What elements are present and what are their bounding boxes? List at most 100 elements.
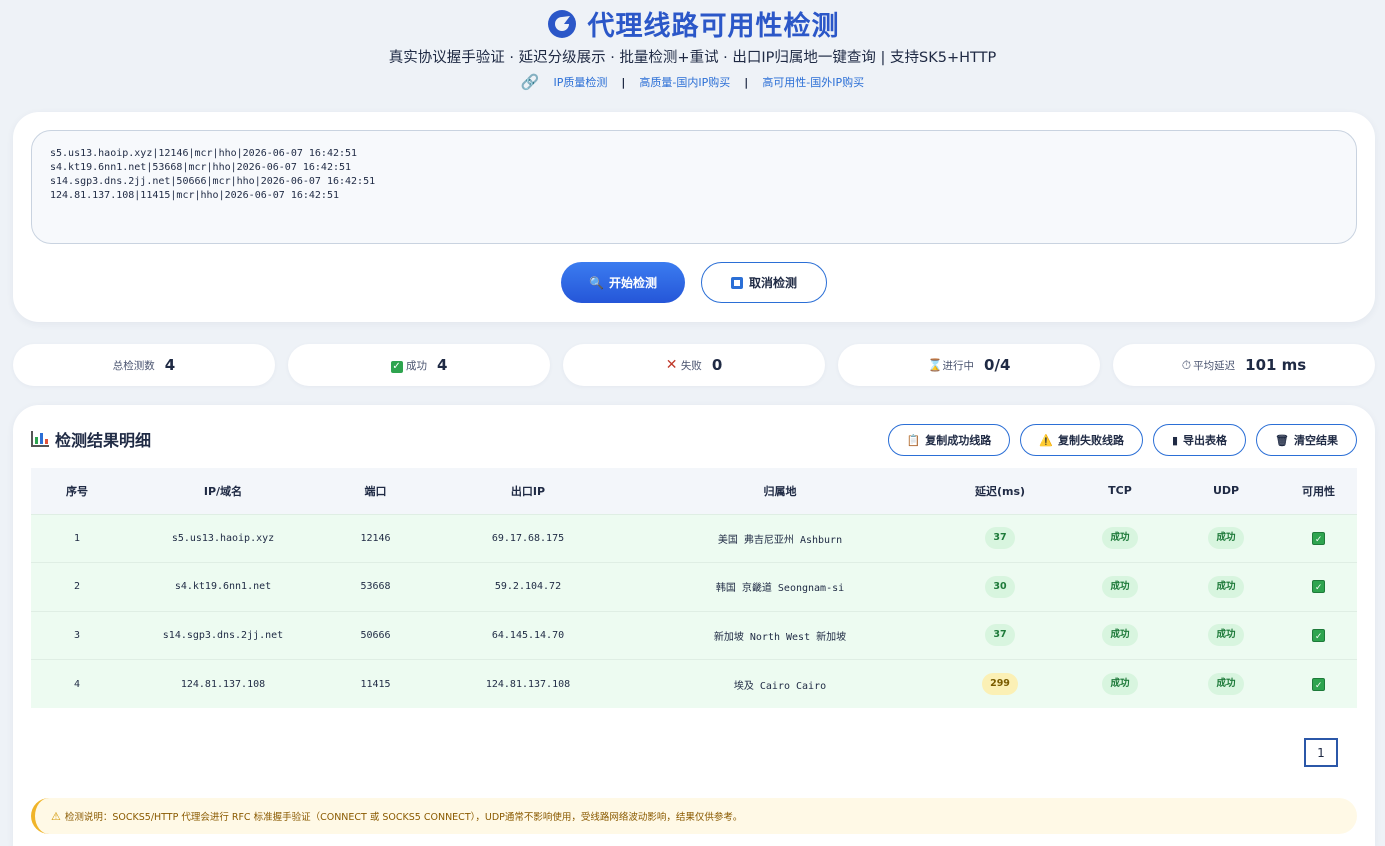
- cell-host: s5.us13.haoip.xyz: [171, 532, 275, 544]
- col-available: 可用性: [1302, 484, 1335, 498]
- col-tcp: TCP: [1108, 484, 1132, 498]
- proxy-list-input[interactable]: s5.us13.haoip.xyz|12146|mcr|hho|2026-06-…: [31, 130, 1357, 244]
- col-index: 序号: [66, 484, 88, 498]
- available-check-icon: ✓: [1312, 677, 1325, 691]
- cell-exit-ip: 124.81.137.108: [485, 678, 571, 690]
- udp-status-badge: 成功: [1208, 624, 1244, 647]
- warning-icon: ⚠️: [1039, 433, 1053, 447]
- col-exit-ip: 出口IP: [510, 484, 546, 498]
- start-check-label: 开始检测: [608, 276, 657, 290]
- available-check-icon: ✓: [1312, 628, 1325, 642]
- copy-fail-button[interactable]: ⚠️ 复制失败线路: [1020, 424, 1143, 456]
- notice-banner: ⚠ 检测说明：SOCKS5/HTTP 代理会进行 RFC 标准握手验证（CONN…: [31, 798, 1357, 834]
- clipboard-icon: 📋: [906, 433, 921, 447]
- stat-progress: ⌛进行中 0/4: [838, 344, 1100, 386]
- export-table-button[interactable]: ▮ 导出表格: [1152, 424, 1247, 456]
- cell-host: s14.sgp3.dns.2jj.net: [162, 629, 284, 641]
- cell-index: 1: [73, 532, 81, 544]
- header-links: 🔗 IP质量检测 | 高质量-国内IP购买 | 高可用性-国外IP购买: [0, 73, 1385, 91]
- cell-host: s4.kt19.6nn1.net: [174, 581, 272, 593]
- usb-drive-icon: ▮: [1171, 433, 1179, 447]
- search-icon: 🔍: [589, 275, 604, 290]
- col-port: 端口: [364, 484, 387, 498]
- cancel-check-label: 取消检测: [748, 276, 797, 290]
- cancel-check-button[interactable]: 取消检测: [701, 262, 827, 303]
- latency-badge: 37: [985, 527, 1015, 550]
- foreign-ip-link[interactable]: 高可用性-国外IP购买: [762, 74, 864, 90]
- stat-success-label: 成功: [405, 359, 427, 372]
- cell-location: 新加坡 North West 新加坡: [713, 631, 847, 643]
- domestic-ip-link[interactable]: 高质量-国内IP购买: [639, 74, 730, 90]
- pagination-page-button[interactable]: 1: [1304, 738, 1338, 767]
- tcp-status-badge: 成功: [1102, 673, 1138, 695]
- cell-location: 韩国 京畿道 Seongnam-si: [715, 583, 845, 595]
- warning-icon: ⚠: [51, 809, 61, 823]
- stat-progress-value: 0/4: [984, 356, 1011, 374]
- title-row: 代理线路可用性检测: [0, 4, 1385, 42]
- stat-latency-value: 101 ms: [1245, 356, 1307, 374]
- table-row: 1 s5.us13.haoip.xyz 12146 69.17.68.175 美…: [31, 514, 1357, 563]
- stat-total: 总检测数 4: [13, 344, 275, 386]
- cell-index: 3: [73, 629, 81, 641]
- results-actions: 📋 复制成功线路 ⚠️ 复制失败线路 ▮ 导出表格 🗑 清空结果: [887, 424, 1357, 456]
- cell-port: 12146: [360, 532, 391, 544]
- cell-exit-ip: 69.17.68.175: [491, 532, 565, 544]
- latency-badge: 30: [985, 575, 1015, 598]
- stat-latency: ⏱ 平均延迟 101 ms: [1113, 344, 1375, 386]
- cell-port: 11415: [360, 678, 391, 690]
- table-row: 4 124.81.137.108 11415 124.81.137.108 埃及…: [31, 659, 1357, 708]
- tcp-status-badge: 成功: [1102, 575, 1138, 598]
- stat-total-value: 4: [164, 356, 176, 374]
- col-location: 归属地: [763, 484, 797, 498]
- stat-fail-label: 失败: [680, 360, 702, 372]
- page-subtitle: 真实协议握手验证 · 延迟分级展示 · 批量检测+重试 · 出口IP归属地一键查…: [388, 50, 997, 66]
- page-title: 代理线路可用性检测: [587, 10, 840, 42]
- table-row: 3 s14.sgp3.dns.2jj.net 50666 64.145.14.7…: [31, 611, 1357, 660]
- cell-index: 2: [73, 581, 81, 593]
- notice-text: 检测说明：SOCKS5/HTTP 代理会进行 RFC 标准握手验证（CONNEC…: [64, 812, 743, 823]
- results-card: 检测结果明细 📋 复制成功线路 ⚠️ 复制失败线路 ▮ 导出表格 🗑 清空结果 …: [13, 405, 1375, 846]
- stat-fail: ✕ 失败 0: [563, 344, 825, 386]
- hourglass-icon: ⌛: [927, 357, 943, 372]
- stat-latency-label: 平均延迟: [1193, 359, 1236, 372]
- action-buttons: 🔍 开始检测 取消检测: [13, 262, 1375, 303]
- col-latency: 延迟(ms): [974, 484, 1026, 498]
- table-row: 2 s4.kt19.6nn1.net 53668 59.2.104.72 韩国 …: [31, 562, 1357, 611]
- cell-exit-ip: 59.2.104.72: [494, 581, 562, 593]
- clear-results-button[interactable]: 🗑 清空结果: [1256, 424, 1357, 456]
- cell-location: 美国 弗吉尼亚州 Ashburn: [717, 534, 843, 546]
- cell-port: 53668: [360, 581, 391, 593]
- cell-location: 埃及 Cairo Cairo: [733, 680, 827, 692]
- tcp-status-badge: 成功: [1102, 624, 1138, 647]
- stat-success: ✓ 成功 4: [288, 344, 550, 386]
- cell-port: 50666: [360, 629, 391, 641]
- table-header-row: 序号 IP/域名 端口 出口IP 归属地 延迟(ms) TCP UDP 可用性: [31, 468, 1357, 514]
- copy-success-button[interactable]: 📋 复制成功线路: [887, 424, 1011, 456]
- cell-index: 4: [73, 678, 81, 690]
- udp-status-badge: 成功: [1208, 527, 1244, 550]
- available-check-icon: ✓: [1312, 580, 1325, 594]
- results-header: 检测结果明细: [31, 427, 151, 451]
- udp-status-badge: 成功: [1208, 673, 1244, 695]
- stat-fail-value: 0: [711, 356, 723, 374]
- start-check-button[interactable]: 🔍 开始检测: [561, 262, 685, 303]
- stopwatch-icon: ⏱: [1181, 357, 1192, 372]
- input-card: s5.us13.haoip.xyz|12146|mcr|hho|2026-06-…: [13, 112, 1375, 322]
- latency-badge: 299: [982, 673, 1018, 695]
- results-table: 序号 IP/域名 端口 出口IP 归属地 延迟(ms) TCP UDP 可用性 …: [31, 468, 1357, 708]
- stat-total-label: 总检测数: [112, 359, 155, 372]
- link-chain-icon: 🔗: [520, 73, 540, 91]
- col-host: IP/域名: [203, 484, 243, 498]
- link-separator: |: [621, 75, 626, 89]
- check-icon: ✓: [390, 360, 403, 373]
- col-udp: UDP: [1212, 484, 1240, 498]
- udp-status-badge: 成功: [1208, 575, 1244, 598]
- available-check-icon: ✓: [1312, 531, 1325, 545]
- trash-icon: 🗑: [1275, 433, 1289, 447]
- tcp-status-badge: 成功: [1102, 527, 1138, 550]
- page-header: 代理线路可用性检测 真实协议握手验证 · 延迟分级展示 · 批量检测+重试 · …: [0, 0, 1385, 110]
- results-title: 检测结果明细: [55, 431, 152, 450]
- ip-quality-link[interactable]: IP质量检测: [554, 74, 608, 90]
- stop-icon: [730, 276, 743, 289]
- cross-icon: ✕: [665, 357, 678, 373]
